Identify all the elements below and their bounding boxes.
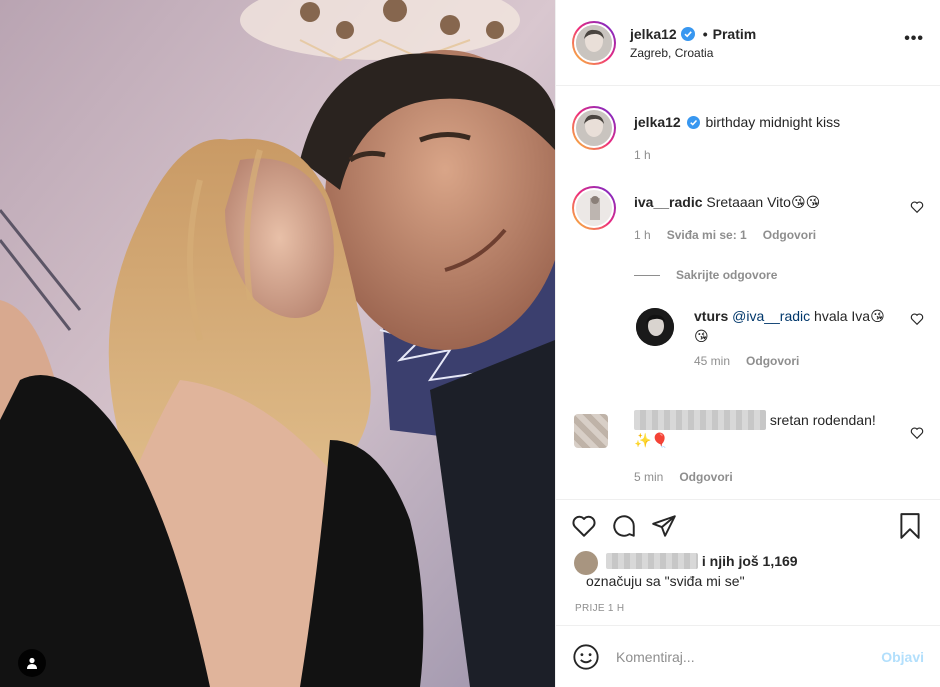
caption-author-avatar[interactable] <box>572 106 616 150</box>
comment-item: xxxxxxxxxxxxxxxxxx sretan rodendan! ✨🎈 5… <box>572 410 924 492</box>
comment-input[interactable]: Komentiraj... <box>616 649 695 665</box>
post-actions-bar <box>556 499 940 551</box>
reply-avatar-image <box>636 308 674 346</box>
comment-reply-button[interactable]: Odgovori <box>763 228 816 242</box>
likes-label: označuju sa "sviđa mi se" <box>586 573 745 589</box>
tagged-users-button[interactable] <box>18 649 46 677</box>
photo-image <box>0 0 555 687</box>
likes-summary[interactable]: xxxxxxxxxxx i njih još 1,169 označuju sa… <box>556 551 940 595</box>
hide-replies-label: Sakrijte odgovore <box>676 268 778 282</box>
commenter-avatar-image <box>590 196 600 220</box>
liker-avatar[interactable] <box>574 551 598 575</box>
commenter-avatar-blurred[interactable] <box>574 414 608 448</box>
post-photo[interactable] <box>0 0 555 687</box>
likes-count[interactable]: i njih još 1,169 <box>702 553 798 569</box>
comment-item: iva__radic Sretaaan Vito😘😘 1 h Sviđa mi … <box>572 186 924 246</box>
hide-replies-button[interactable]: Sakrijte odgovore <box>634 268 777 282</box>
verified-badge-icon <box>680 26 695 41</box>
post-location[interactable]: Zagreb, Croatia <box>630 46 756 60</box>
like-button[interactable] <box>564 506 604 546</box>
caption-time[interactable]: 1 h <box>634 148 651 162</box>
post-viewer: jelka12 • Pratim Zagreb, Croatia ••• jel… <box>0 0 940 687</box>
more-options-icon[interactable]: ••• <box>904 31 924 47</box>
comment-text: Sretaaan Vito😘😘 <box>706 194 821 210</box>
reply-reply-button[interactable]: Odgovori <box>746 354 799 368</box>
like-comment-heart-icon[interactable] <box>910 426 924 440</box>
comment-bubble-icon <box>613 514 635 537</box>
reply-mention-link[interactable]: @iva__radic <box>732 308 810 324</box>
reply-username[interactable]: vturs <box>694 308 728 324</box>
reply-item: vturs @iva__radic hvala Iva😘😘 45 min Odg… <box>636 308 924 378</box>
post-comment-button[interactable]: Objavi <box>881 649 924 665</box>
author-avatar-image <box>576 24 612 61</box>
caption-username[interactable]: jelka12 <box>634 114 681 130</box>
reply-author-avatar[interactable] <box>636 308 674 346</box>
caption-avatar-image <box>584 114 604 137</box>
post-timestamp[interactable]: PRIJE 1 H <box>556 595 940 625</box>
following-button[interactable]: Pratim <box>713 26 757 42</box>
author-username[interactable]: jelka12 <box>630 26 677 42</box>
paper-plane-icon <box>652 514 676 537</box>
heart-icon <box>572 515 596 537</box>
liker-username-blurred[interactable]: xxxxxxxxxxx <box>606 553 698 569</box>
caption-text: birthday midnight kiss <box>705 114 841 130</box>
verified-badge-icon <box>686 116 700 129</box>
comment-button[interactable] <box>604 506 644 546</box>
user-icon <box>27 657 37 669</box>
comment-likes[interactable]: Sviđa mi se: 1 <box>667 228 747 242</box>
comment-meta: 5 min Odgovori <box>634 470 733 484</box>
comment-username[interactable]: iva__radic <box>634 194 703 210</box>
post-side-panel: jelka12 • Pratim Zagreb, Croatia ••• jel… <box>555 0 940 687</box>
bookmark-icon <box>900 513 920 539</box>
comment-time[interactable]: 1 h <box>634 228 651 242</box>
caption: jelka12 birthday midnight kiss 1 h <box>572 106 924 176</box>
reply-time[interactable]: 45 min <box>694 354 730 368</box>
share-button[interactable] <box>644 506 684 546</box>
caption-meta: 1 h <box>634 148 651 162</box>
like-reply-heart-icon[interactable] <box>910 312 924 326</box>
comment-composer: Komentiraj... Objavi <box>556 625 940 687</box>
replies-divider-line <box>634 274 660 276</box>
save-button[interactable] <box>890 506 930 546</box>
commenter-avatar[interactable] <box>572 186 616 230</box>
comments-list[interactable]: jelka12 birthday midnight kiss 1 h iva__… <box>556 86 940 499</box>
emoji-icon[interactable] <box>572 643 600 671</box>
author-avatar[interactable] <box>572 20 616 65</box>
comment-time[interactable]: 5 min <box>634 470 663 484</box>
comment-meta: 1 h Sviđa mi se: 1 Odgovori <box>634 228 816 242</box>
separator-dot: • <box>702 25 708 42</box>
post-header: jelka12 • Pratim Zagreb, Croatia ••• <box>556 0 940 86</box>
reply-meta: 45 min Odgovori <box>694 354 799 368</box>
like-comment-heart-icon[interactable] <box>910 200 924 214</box>
comment-username-blurred[interactable]: xxxxxxxxxxxxxxxxxx <box>634 410 766 430</box>
comment-reply-button[interactable]: Odgovori <box>679 470 732 484</box>
